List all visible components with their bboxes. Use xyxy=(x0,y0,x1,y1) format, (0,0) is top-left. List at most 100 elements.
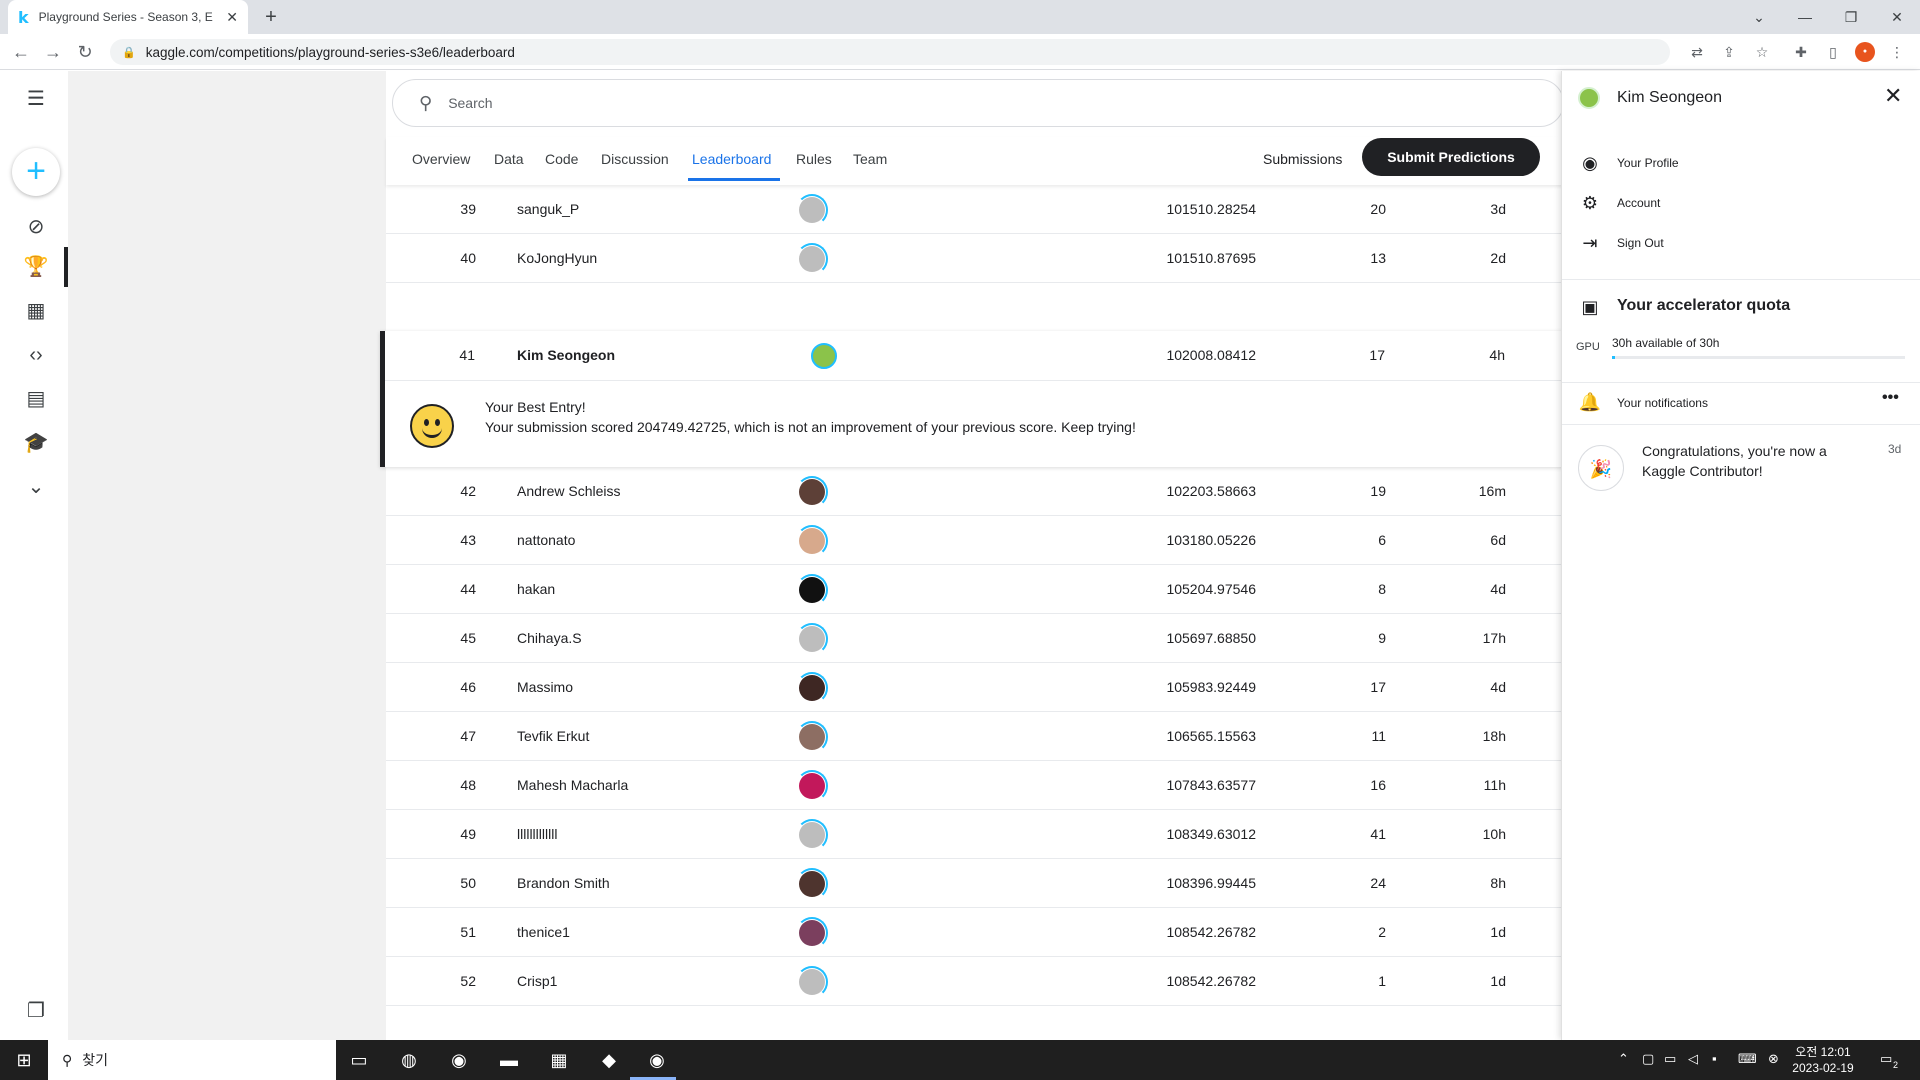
network-icon[interactable]: ▭ xyxy=(1664,1051,1676,1067)
leaderboard-row[interactable]: 46 Massimo 105983.92449 17 4d xyxy=(386,663,1566,712)
compass-icon[interactable]: ⊘ xyxy=(18,209,54,245)
team-avatar[interactable] xyxy=(796,819,828,851)
team-name[interactable]: Tevfik Erkut xyxy=(517,712,589,761)
team-avatar[interactable] xyxy=(796,623,828,655)
back-icon[interactable]: ← xyxy=(9,40,33,64)
leaderboard-row[interactable]: 50 Brandon Smith 108396.99445 24 8h xyxy=(386,859,1566,908)
trophy-icon[interactable]: 🏆 xyxy=(18,249,54,285)
learn-icon[interactable]: 🎓 xyxy=(18,425,54,461)
side-panel-icon[interactable]: ▯ xyxy=(1821,40,1845,64)
team-name[interactable]: Mahesh Macharla xyxy=(517,761,628,810)
more-options-icon[interactable]: ••• xyxy=(1882,389,1899,407)
leaderboard-row[interactable]: 44 hakan 105204.97546 8 4d xyxy=(386,565,1566,614)
tab-discussion[interactable]: Discussion xyxy=(601,151,669,167)
app-icon[interactable]: ◆ xyxy=(593,1044,625,1076)
taskbar-search[interactable]: ⚲ 찾기 xyxy=(48,1040,336,1080)
team-name[interactable]: Crisp1 xyxy=(517,957,557,1006)
tab-team[interactable]: Team xyxy=(853,151,887,167)
chrome-active-icon[interactable]: ◉ xyxy=(641,1044,673,1076)
team-avatar[interactable] xyxy=(796,868,828,900)
team-avatar[interactable] xyxy=(796,721,828,753)
restore-button[interactable]: ❐ xyxy=(1828,0,1874,34)
extensions-icon[interactable]: ✚ xyxy=(1789,40,1813,64)
my-avatar[interactable] xyxy=(811,343,837,369)
menu-your-profile[interactable]: Your Profile xyxy=(1617,156,1679,170)
share-icon[interactable]: ⇪ xyxy=(1717,40,1741,64)
leaderboard-row[interactable]: 45 Chihaya.S 105697.68850 9 17h xyxy=(386,614,1566,663)
team-avatar[interactable] xyxy=(796,917,828,949)
submissions-link[interactable]: Submissions xyxy=(1263,151,1342,167)
team-name[interactable]: Chihaya.S xyxy=(517,614,582,663)
menu-sign-out[interactable]: Sign Out xyxy=(1617,236,1664,250)
tray-chevron-icon[interactable]: ⌃ xyxy=(1618,1051,1629,1067)
close-icon[interactable]: ✕ xyxy=(1884,83,1902,109)
bookmark-star-icon[interactable]: ☆ xyxy=(1750,40,1774,64)
tab-data[interactable]: Data xyxy=(494,151,524,167)
code-icon[interactable]: ‹› xyxy=(18,337,54,373)
hamburger-menu-icon[interactable]: ☰ xyxy=(18,81,54,117)
leaderboard-row[interactable]: 47 Tevfik Erkut 106565.15563 11 18h xyxy=(386,712,1566,761)
leaderboard-row[interactable]: 40 KoJongHyun 101510.87695 13 2d xyxy=(386,234,1566,283)
leaderboard-row[interactable]: 39 sanguk_P 101510.28254 20 3d xyxy=(386,185,1566,234)
new-tab-button[interactable]: + xyxy=(258,4,284,30)
team-avatar[interactable] xyxy=(796,476,828,508)
team-avatar[interactable] xyxy=(796,770,828,802)
volume-icon[interactable]: ◁ xyxy=(1688,1051,1698,1067)
team-name[interactable]: lllllllllllll xyxy=(517,810,557,859)
close-tab-icon[interactable]: ✕ xyxy=(226,9,238,26)
team-avatar[interactable] xyxy=(796,194,828,226)
leaderboard-row[interactable]: 42 Andrew Schleiss 102203.58663 19 16m xyxy=(386,467,1566,516)
chrome-icon[interactable]: ◉ xyxy=(443,1044,475,1076)
team-name[interactable]: nattonato xyxy=(517,516,575,565)
tab-overview[interactable]: Overview xyxy=(412,151,470,167)
menu-account[interactable]: Account xyxy=(1617,196,1660,210)
team-name[interactable]: Andrew Schleiss xyxy=(517,467,621,516)
leaderboard-row[interactable]: 43 nattonato 103180.05226 6 6d xyxy=(386,516,1566,565)
team-name[interactable]: thenice1 xyxy=(517,908,570,957)
reload-icon[interactable]: ↻ xyxy=(73,40,97,64)
create-button[interactable]: + xyxy=(12,148,60,196)
copy-icon[interactable]: ❐ xyxy=(18,993,54,1029)
team-avatar[interactable] xyxy=(796,243,828,275)
tab-rules[interactable]: Rules xyxy=(796,151,832,167)
team-name[interactable]: Brandon Smith xyxy=(517,859,610,908)
team-avatar[interactable] xyxy=(796,525,828,557)
team-avatar[interactable] xyxy=(796,672,828,704)
nvidia-icon[interactable]: ▪ xyxy=(1712,1051,1717,1066)
leaderboard-row[interactable]: 51 thenice1 108542.26782 2 1d xyxy=(386,908,1566,957)
notification-center-icon[interactable]: ▭ xyxy=(1880,1051,1892,1067)
tab-search-icon[interactable]: ⌄ xyxy=(1736,0,1782,34)
team-name[interactable]: hakan xyxy=(517,565,555,614)
tab-leaderboard[interactable]: Leaderboard xyxy=(692,151,771,167)
tab-code[interactable]: Code xyxy=(545,151,578,167)
task-view-icon[interactable]: ▭ xyxy=(343,1044,375,1076)
browser-tab[interactable]: k Playground Series - Season 3, E ✕ xyxy=(8,0,248,34)
tray-app-icon[interactable]: ▢ xyxy=(1642,1051,1654,1067)
team-avatar[interactable] xyxy=(796,966,828,998)
browser-profile-avatar[interactable]: ● xyxy=(1855,42,1875,62)
team-name[interactable]: Massimo xyxy=(517,663,573,712)
chevron-down-icon[interactable]: ⌄ xyxy=(18,469,54,505)
leaderboard-row[interactable]: 49 lllllllllllll 108349.63012 41 10h xyxy=(386,810,1566,859)
submit-predictions-button[interactable]: Submit Predictions xyxy=(1362,138,1540,176)
close-window-button[interactable]: ✕ xyxy=(1874,0,1920,34)
team-name[interactable]: sanguk_P xyxy=(517,185,579,234)
forward-icon[interactable]: → xyxy=(41,40,65,64)
browser-menu-icon[interactable]: ⋮ xyxy=(1885,40,1909,64)
discussion-icon[interactable]: ▤ xyxy=(18,381,54,417)
windows-start-icon[interactable]: ⊞ xyxy=(8,1044,40,1076)
address-bar[interactable]: 🔒 kaggle.com/competitions/playground-ser… xyxy=(110,39,1670,65)
file-explorer-icon[interactable]: ▬ xyxy=(493,1044,525,1076)
team-name[interactable]: KoJongHyun xyxy=(517,234,597,283)
leaderboard-row[interactable]: 48 Mahesh Macharla 107843.63577 16 11h xyxy=(386,761,1566,810)
app-icon[interactable]: ◍ xyxy=(393,1044,425,1076)
minimize-button[interactable]: — xyxy=(1782,0,1828,34)
team-avatar[interactable] xyxy=(796,574,828,606)
calendar-icon[interactable]: ▦ xyxy=(543,1044,575,1076)
keyboard-icon[interactable]: ⌨ xyxy=(1738,1051,1757,1067)
leaderboard-row[interactable]: 52 Crisp1 108542.26782 1 1d xyxy=(386,957,1566,1006)
my-team-name[interactable]: Kim Seongeon xyxy=(517,331,615,380)
input-method-icon[interactable]: ⊗ xyxy=(1768,1051,1779,1067)
search-bar[interactable]: ⚲ Search xyxy=(392,79,1564,127)
notification-text[interactable]: Congratulations, you're now a Kaggle Con… xyxy=(1642,441,1862,481)
